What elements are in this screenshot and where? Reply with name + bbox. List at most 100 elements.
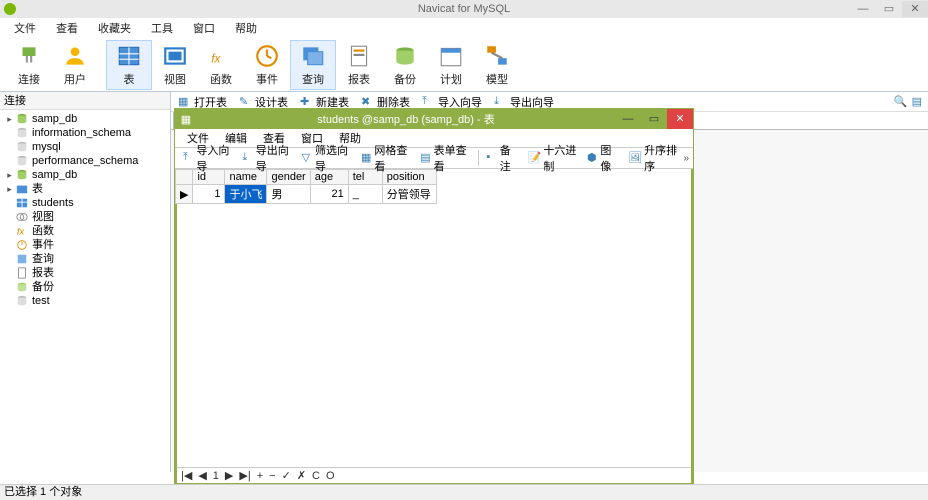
nav-10[interactable]: O xyxy=(326,470,335,482)
dbgrey-icon xyxy=(15,141,29,153)
nav-3[interactable]: ▶ xyxy=(225,469,233,482)
cell-tel[interactable]: _ xyxy=(348,185,382,204)
tree-students[interactable]: students xyxy=(0,196,170,210)
cell-gender[interactable]: 男 xyxy=(267,185,310,204)
grid-row-1[interactable]: ▶ 1 于小飞 男 21 _ 分管领导 xyxy=(176,185,437,204)
tree-事件[interactable]: 事件 xyxy=(0,238,170,252)
ctool-icon: ▤ xyxy=(420,151,431,165)
tree-视图[interactable]: 视图 xyxy=(0,210,170,224)
backup-icon xyxy=(392,43,418,69)
ctool-1[interactable]: ⤓导出向导 xyxy=(238,141,295,175)
child-close-button[interactable]: ✕ xyxy=(667,109,693,129)
tree-samp_db[interactable]: ▸samp_db xyxy=(0,168,170,182)
subtb-icon: ⤒ xyxy=(422,95,436,109)
svg-text:fx: fx xyxy=(211,51,221,65)
nav-9[interactable]: C xyxy=(312,470,320,482)
restore-button[interactable]: ▭ xyxy=(876,1,902,17)
ribbon-user[interactable]: 用户 xyxy=(52,40,98,90)
window-controls: — ▭ ✕ xyxy=(850,1,928,17)
dbgrey-icon xyxy=(15,127,29,139)
ctool-2[interactable]: ▽筛选向导 xyxy=(298,141,355,175)
nav-5[interactable]: + xyxy=(257,470,263,482)
child-icon: ▦ xyxy=(175,113,197,126)
nav-8[interactable]: ✗ xyxy=(297,469,306,482)
nav-6[interactable]: − xyxy=(269,470,275,482)
subtb-icon: ⤓ xyxy=(494,95,508,109)
ctool-7[interactable]: ⬢图像 xyxy=(583,141,622,175)
menu-查看[interactable]: 查看 xyxy=(46,18,88,38)
tree-performance_schema[interactable]: performance_schema xyxy=(0,154,170,168)
app-icon xyxy=(4,3,16,15)
ribbon-clock[interactable]: 事件 xyxy=(244,40,290,90)
tree-表[interactable]: ▸表 xyxy=(0,182,170,196)
expand-icon[interactable]: ▸ xyxy=(4,168,15,182)
ribbon-report[interactable]: 报表 xyxy=(336,40,382,90)
nav-2[interactable]: 1 xyxy=(213,470,219,482)
cell-id[interactable]: 1 xyxy=(193,185,225,204)
ctool-icon: ⬢ xyxy=(587,151,598,165)
menu-文件[interactable]: 文件 xyxy=(4,18,46,38)
col-gender[interactable]: gender xyxy=(267,170,310,185)
expand-icon[interactable]: ▸ xyxy=(4,112,15,126)
db-icon xyxy=(15,113,29,125)
ribbon-backup[interactable]: 备份 xyxy=(382,40,428,90)
ctool-8[interactable]: 🖼升序排序 xyxy=(624,141,681,175)
tree-test[interactable]: test xyxy=(0,294,170,308)
ctool-icon: ⤓ xyxy=(242,151,253,165)
ctool-0[interactable]: ⤒导入向导 xyxy=(179,141,236,175)
list-icon[interactable]: ▤ xyxy=(912,95,922,108)
tree-mysql[interactable]: mysql xyxy=(0,140,170,154)
child-footer-nav: |◀ ◀ 1 ▶ ▶| +−✓ ✗ CO xyxy=(177,467,691,483)
ribbon-model[interactable]: 模型 xyxy=(474,40,520,90)
ribbon-plug[interactable]: 连接 xyxy=(6,40,52,90)
ribbon-calendar[interactable]: 计划 xyxy=(428,40,474,90)
cell-position[interactable]: 分管领导 xyxy=(382,185,436,204)
child-maximize-button[interactable]: ▭ xyxy=(641,109,667,129)
toolbar-overflow[interactable]: » xyxy=(683,153,693,164)
tree-报表[interactable]: 报表 xyxy=(0,266,170,280)
user-icon xyxy=(62,43,88,69)
close-button[interactable]: ✕ xyxy=(902,1,928,17)
ribbon-view[interactable]: 视图 xyxy=(152,40,198,90)
ctool-icon: ▪ xyxy=(486,151,497,165)
ctool-icon: ⤒ xyxy=(183,151,194,165)
ctool-icon: ▦ xyxy=(361,151,372,165)
ribbon-query[interactable]: 查询 xyxy=(290,40,336,90)
menu-窗口[interactable]: 窗口 xyxy=(183,18,225,38)
ctool-3[interactable]: ▦网格查看 xyxy=(357,141,414,175)
tree-information_schema[interactable]: information_schema xyxy=(0,126,170,140)
ctool-4[interactable]: ▤表单查看 xyxy=(416,141,473,175)
ribbon-fx[interactable]: fx函数 xyxy=(198,40,244,90)
expand-icon[interactable]: ▸ xyxy=(4,182,15,196)
main-title: Navicat for MySQL xyxy=(0,3,928,15)
model-icon xyxy=(484,43,510,69)
menu-工具[interactable]: 工具 xyxy=(141,18,183,38)
child-minimize-button[interactable]: — xyxy=(615,109,641,129)
db-tree: ▸samp_dbinformation_schemamysqlperforman… xyxy=(0,110,170,310)
search-icon[interactable]: 🔍 xyxy=(894,95,908,108)
ribbon-table[interactable]: 表 xyxy=(106,40,152,90)
subtb-icon: ✚ xyxy=(300,95,314,109)
tree-查询[interactable]: 查询 xyxy=(0,252,170,266)
nav-0[interactable]: |◀ xyxy=(181,469,192,482)
nav-7[interactable]: ✓ xyxy=(282,469,291,482)
tree-函数[interactable]: fx函数 xyxy=(0,224,170,238)
tree-samp_db[interactable]: ▸samp_db xyxy=(0,112,170,126)
queryf-icon xyxy=(15,253,29,265)
tablefolder-icon xyxy=(15,183,29,195)
sidebar: 连接 ▸samp_dbinformation_schemamysqlperfor… xyxy=(0,92,171,472)
nav-4[interactable]: ▶| xyxy=(239,469,250,482)
menu-帮助[interactable]: 帮助 xyxy=(225,18,267,38)
nav-1[interactable]: ◀ xyxy=(198,469,206,482)
cell-name[interactable]: 于小飞 xyxy=(225,185,267,204)
fxf-icon: fx xyxy=(15,225,29,237)
fx-icon: fx xyxy=(208,43,234,69)
ctool-6[interactable]: 📝十六进制 xyxy=(524,141,581,175)
main-menu-bar: 文件查看收藏夹工具窗口帮助 xyxy=(0,18,928,38)
child-title-bar[interactable]: ▦ students @samp_db (samp_db) - 表 — ▭ ✕ xyxy=(175,109,693,129)
tree-备份[interactable]: 备份 xyxy=(0,280,170,294)
menu-收藏夹[interactable]: 收藏夹 xyxy=(88,18,141,38)
ctool-5[interactable]: ▪备注 xyxy=(482,141,521,175)
minimize-button[interactable]: — xyxy=(850,1,876,17)
cell-age[interactable]: 21 xyxy=(310,185,348,204)
